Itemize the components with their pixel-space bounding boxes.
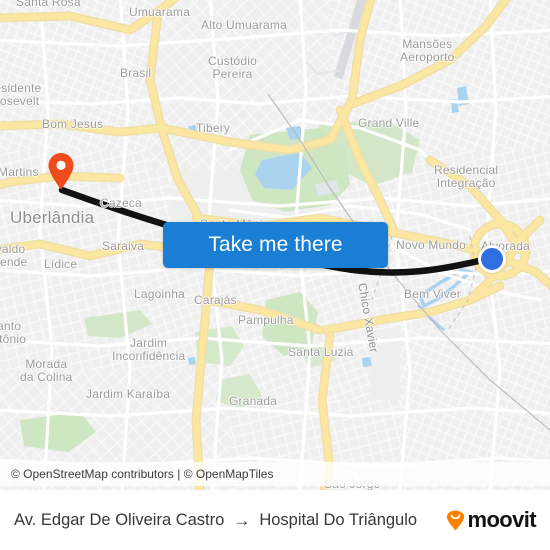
route-origin-label: Av. Edgar De Oliveira Castro [14, 510, 225, 529]
moovit-wordmark: moovit [467, 507, 536, 532]
destination-marker[interactable] [478, 245, 506, 273]
route-destination-label: Hospital Do Triângulo [259, 510, 418, 529]
moovit-logo[interactable]: moovit [446, 507, 537, 533]
attribution-text[interactable]: © OpenStreetMap contributors | © OpenMap… [11, 467, 273, 481]
footer-bar: Av. Edgar De Oliveira Castro → Hospital … [0, 490, 550, 550]
arrow-right-icon: → [233, 510, 251, 530]
map-attribution-bar: © OpenStreetMap contributors | © OpenMap… [0, 462, 550, 486]
route-summary: Av. Edgar De Oliveira Castro → Hospital … [14, 511, 446, 530]
take-me-there-button[interactable]: Take me there [163, 222, 388, 268]
moovit-route-preview: Santa Rosa Umuarama Alto Umuarama Mansões A… [0, 0, 550, 550]
map-canvas[interactable]: Santa Rosa Umuarama Alto Umuarama Mansões A… [0, 0, 550, 490]
moovit-pin-icon [446, 510, 465, 531]
